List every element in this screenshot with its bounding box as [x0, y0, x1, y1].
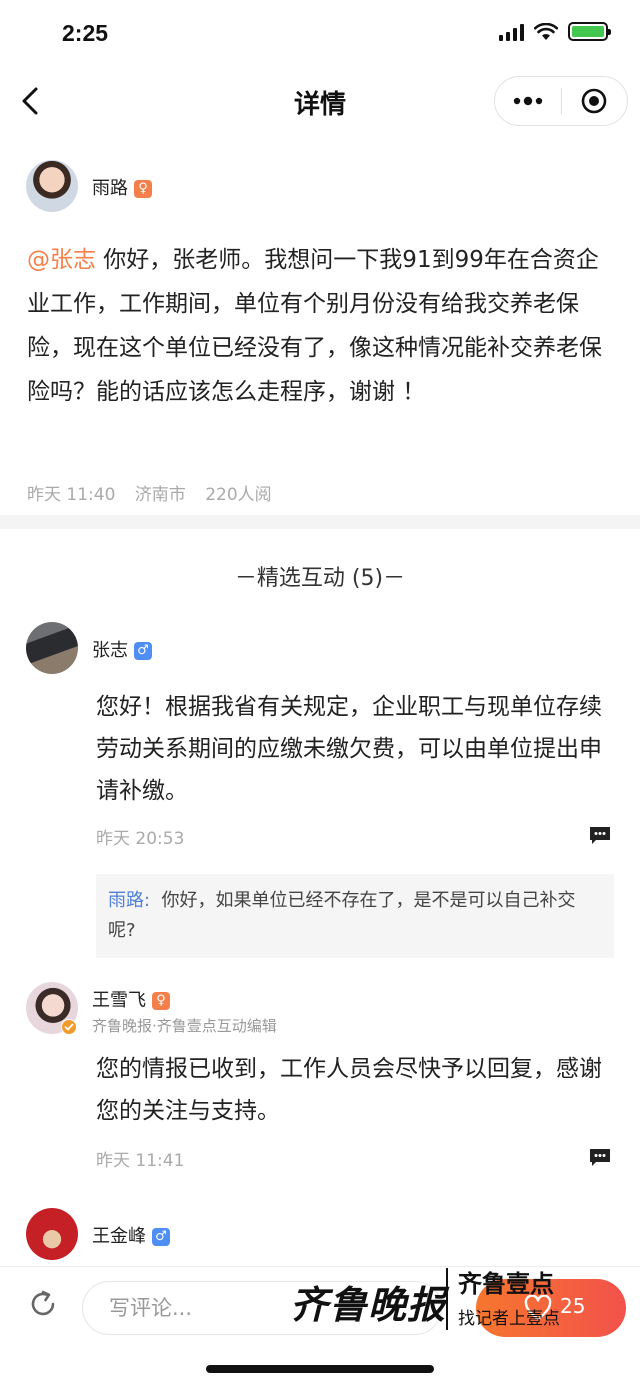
author-name: 王雪飞 — [92, 990, 146, 1011]
reply-icon[interactable] — [588, 1147, 612, 1167]
close-miniprogram-button[interactable] — [562, 77, 628, 125]
wifi-icon — [534, 22, 558, 40]
question-location: 济南市 — [134, 485, 186, 505]
comment-author[interactable]: 王雪飞 ♀ — [92, 986, 170, 1012]
comment-text: 您好！根据我省有关规定，企业职工与现单位存续劳动关系期间的应缴未缴欠费，可以由单… — [96, 694, 602, 804]
female-icon: ♀ — [152, 992, 170, 1010]
more-button[interactable] — [495, 77, 561, 125]
status-time: 2:25 — [62, 20, 109, 46]
comment-time: 昨天 20:53 — [96, 829, 185, 849]
reply-text: 你好，如果单位已经不存在了，是不是可以自己补交呢? — [108, 890, 576, 941]
section-title: －精选互动 (5)－ — [234, 566, 406, 591]
question-views: 220人阅 — [205, 485, 272, 505]
comment-text: 您的情报已收到，工作人员会尽快予以回复，感谢您的关注与支持。 — [96, 1056, 602, 1124]
reply-icon[interactable] — [588, 825, 612, 845]
question-text: @张志 你好，张老师。我想问一下我91到99年在合资企业工作，工作期间，单位有个… — [27, 238, 617, 414]
avatar[interactable] — [26, 622, 78, 674]
question-author[interactable]: 雨路 ♀ — [92, 174, 152, 200]
author-name: 王金峰 — [92, 1226, 146, 1247]
male-icon: ♂ — [152, 1228, 170, 1246]
watermark-slogan: 找记者上壹点 — [458, 1309, 560, 1329]
watermark-brand: 齐鲁晚报 — [290, 1282, 447, 1327]
author-subtitle: 齐鲁晚报·齐鲁壹点互动编辑 — [92, 1017, 277, 1035]
question-time: 昨天 11:40 — [27, 485, 116, 505]
share-icon[interactable] — [28, 1289, 58, 1319]
avatar[interactable] — [26, 1208, 78, 1260]
mention-link[interactable]: @张志 — [27, 247, 96, 273]
question-body: 你好，张老师。我想问一下我91到99年在合资企业工作，工作期间，单位有个别月份没… — [27, 247, 602, 405]
reply-box[interactable]: 雨路: 你好，如果单位已经不存在了，是不是可以自己补交呢? — [96, 874, 614, 958]
watermark: 齐鲁晚报 齐鲁壹点 找记者上壹点 — [290, 1260, 630, 1336]
nav-bar: 详情 — [0, 70, 640, 132]
author-name: 张志 — [92, 640, 128, 661]
battery-icon — [568, 22, 611, 41]
male-icon: ♂ — [134, 642, 152, 660]
section-divider — [0, 515, 640, 529]
status-bar: 2:25 — [0, 0, 640, 70]
target-icon — [581, 88, 607, 114]
author-name: 雨路 — [92, 178, 128, 199]
question-meta: 昨天 11:40 济南市 220人阅 — [27, 480, 286, 505]
avatar[interactable] — [26, 160, 78, 212]
watermark-divider — [446, 1268, 448, 1330]
status-icons — [499, 22, 611, 41]
mini-program-capsule — [494, 76, 628, 126]
female-icon: ♀ — [134, 180, 152, 198]
more-icon — [513, 96, 542, 106]
watermark-name: 齐鲁壹点 — [458, 1270, 554, 1298]
comment-author[interactable]: 王金峰 ♂ — [92, 1222, 170, 1248]
verified-icon — [61, 1019, 77, 1035]
comment-time: 昨天 11:41 — [96, 1151, 185, 1171]
home-indicator — [206, 1365, 434, 1373]
comment-author[interactable]: 张志 ♂ — [92, 636, 152, 662]
signal-icon — [499, 23, 524, 41]
reply-author: 雨路: — [108, 890, 151, 911]
